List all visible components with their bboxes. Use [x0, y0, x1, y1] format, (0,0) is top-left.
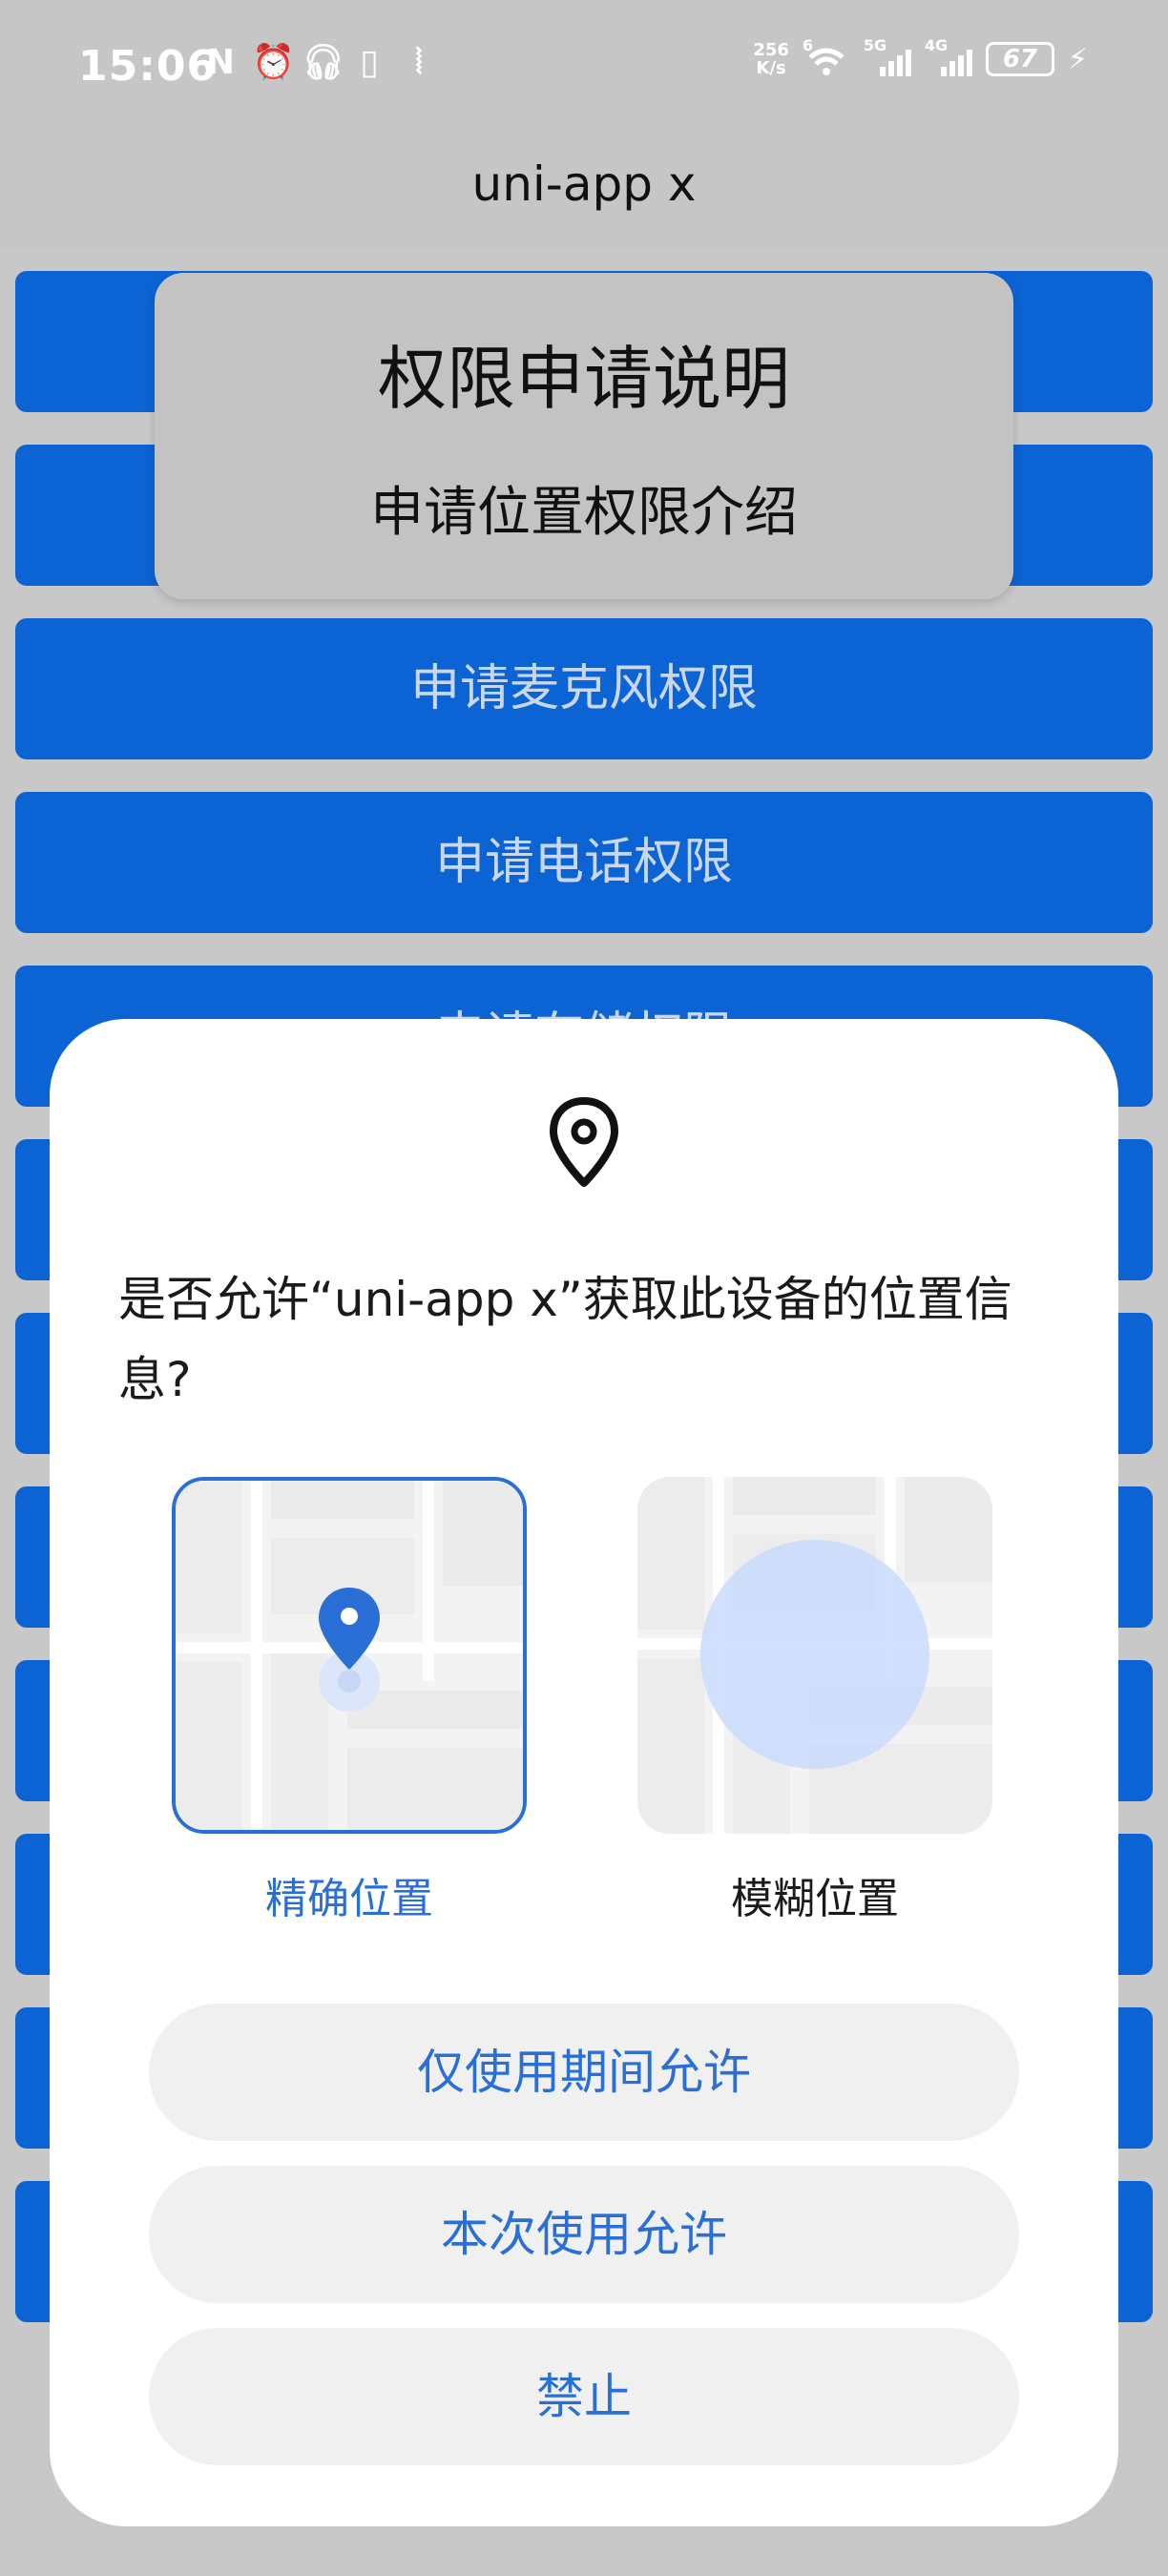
map-preview-precise — [176, 1481, 523, 1830]
approximate-location-option[interactable] — [637, 1477, 992, 1834]
deny-button[interactable]: 禁止 — [149, 2328, 1019, 2465]
allow-while-using-button[interactable]: 仅使用期间允许 — [149, 2004, 1019, 2141]
map-preview-approximate — [637, 1477, 992, 1834]
precise-location-label[interactable]: 精确位置 — [172, 1864, 527, 1925]
phone-icon: ▯ — [360, 43, 379, 82]
explanation-subtitle: 申请位置权限介绍 — [370, 482, 798, 544]
request-microphone-button[interactable]: 申请麦克风权限 — [15, 618, 1153, 759]
status-time: 15:06 — [78, 42, 218, 91]
status-icons-right: 256 K/s 6 5G 4G 67 ⚡︎ — [753, 36, 1088, 78]
sim1-signal-icon: 5G — [864, 36, 911, 78]
app-title-bar: uni-app x — [0, 134, 1168, 248]
app-title: uni-app x — [471, 156, 697, 212]
allow-this-time-button[interactable]: 本次使用允许 — [149, 2166, 1019, 2303]
wifi-icon: 6 — [803, 36, 850, 78]
battery-icon: 67 — [985, 42, 1054, 76]
vibrate-icon: ⦚ — [415, 43, 423, 82]
location-pin-icon — [550, 1097, 618, 1187]
sim2-signal-icon: 4G — [925, 36, 972, 78]
network-speed: 256 K/s — [753, 40, 789, 78]
permission-explanation-card: 权限申请说明 申请位置权限介绍 — [155, 273, 1013, 599]
nfc-icon: N — [205, 43, 236, 82]
permission-question: 是否允许“uni-app x”获取此设备的位置信息? — [118, 1272, 1012, 1407]
charging-icon: ⚡︎ — [1067, 42, 1088, 76]
status-bar: 15:06 N ⏰ 🎧︎ ▯ ⦚ 256 K/s 6 5G 4G 67 ⚡︎ — [0, 0, 1168, 134]
approximate-location-label[interactable]: 模糊位置 — [637, 1864, 992, 1925]
status-icons-left: N ⏰ 🎧︎ ▯ ⦚ — [202, 44, 437, 82]
wifi-label: 6 — [802, 36, 814, 54]
location-permission-dialog: 是否允许“uni-app x”获取此设备的位置信息? 精确位置 模糊位置 仅使用… — [50, 1019, 1118, 2526]
precise-location-option[interactable] — [172, 1477, 527, 1834]
headphones-icon: 🎧︎ — [302, 43, 345, 82]
alarm-icon: ⏰ — [252, 43, 295, 82]
explanation-title: 权限申请说明 — [377, 339, 790, 419]
request-phone-button[interactable]: 申请电话权限 — [15, 792, 1153, 933]
